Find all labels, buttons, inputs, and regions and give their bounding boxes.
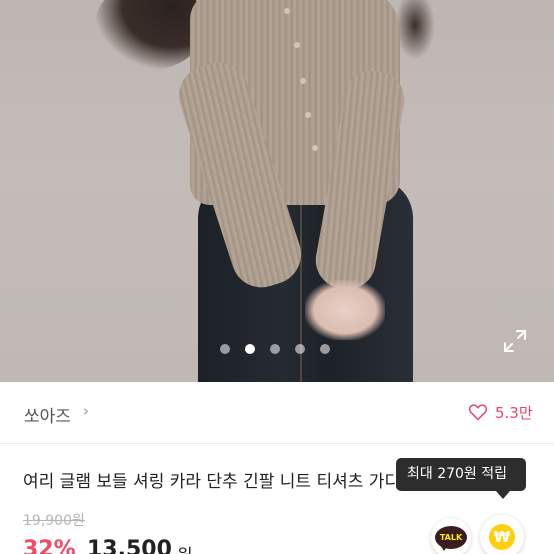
gallery-pagination xyxy=(220,343,330,355)
expand-icon[interactable] xyxy=(503,329,527,353)
shop-name[interactable]: 쏘아즈 xyxy=(24,402,71,427)
kakao-talk-button[interactable]: TALK xyxy=(431,518,471,554)
pagination-dot[interactable] xyxy=(320,344,330,354)
talk-bubble-tail xyxy=(440,545,448,551)
cardigan-button xyxy=(294,42,300,48)
cardigan-button xyxy=(300,78,306,84)
heart-outline-icon[interactable] xyxy=(468,402,488,422)
hair-shape xyxy=(95,0,205,70)
like-count: 5.3만 xyxy=(495,404,533,422)
pagination-dot-active[interactable] xyxy=(245,344,255,354)
hair-shape xyxy=(395,0,435,60)
pagination-dot[interactable] xyxy=(220,344,230,354)
hands-shape xyxy=(305,280,385,340)
reward-coin-button[interactable]: ₩ xyxy=(480,515,524,554)
reward-tooltip: 최대 270원 적립 xyxy=(396,458,526,491)
cardigan-button xyxy=(284,8,290,14)
cardigan-button xyxy=(312,145,318,151)
original-price: 19,900원 xyxy=(23,513,85,529)
pagination-dot[interactable] xyxy=(270,344,280,354)
discount-rate: 32% xyxy=(23,537,76,554)
tooltip-arrow xyxy=(496,491,510,499)
product-title: 여리 글램 보들 셔링 카라 단추 긴팔 니트 티셔츠 가디건 xyxy=(23,472,416,492)
won-coin-icon: ₩ xyxy=(489,524,515,550)
price-unit: 원 xyxy=(177,541,193,554)
chevron-right-icon: › xyxy=(83,402,89,420)
sale-price: 13,500 xyxy=(87,537,172,554)
product-image[interactable] xyxy=(0,0,554,382)
cardigan-button xyxy=(305,112,311,118)
pagination-dot[interactable] xyxy=(295,344,305,354)
